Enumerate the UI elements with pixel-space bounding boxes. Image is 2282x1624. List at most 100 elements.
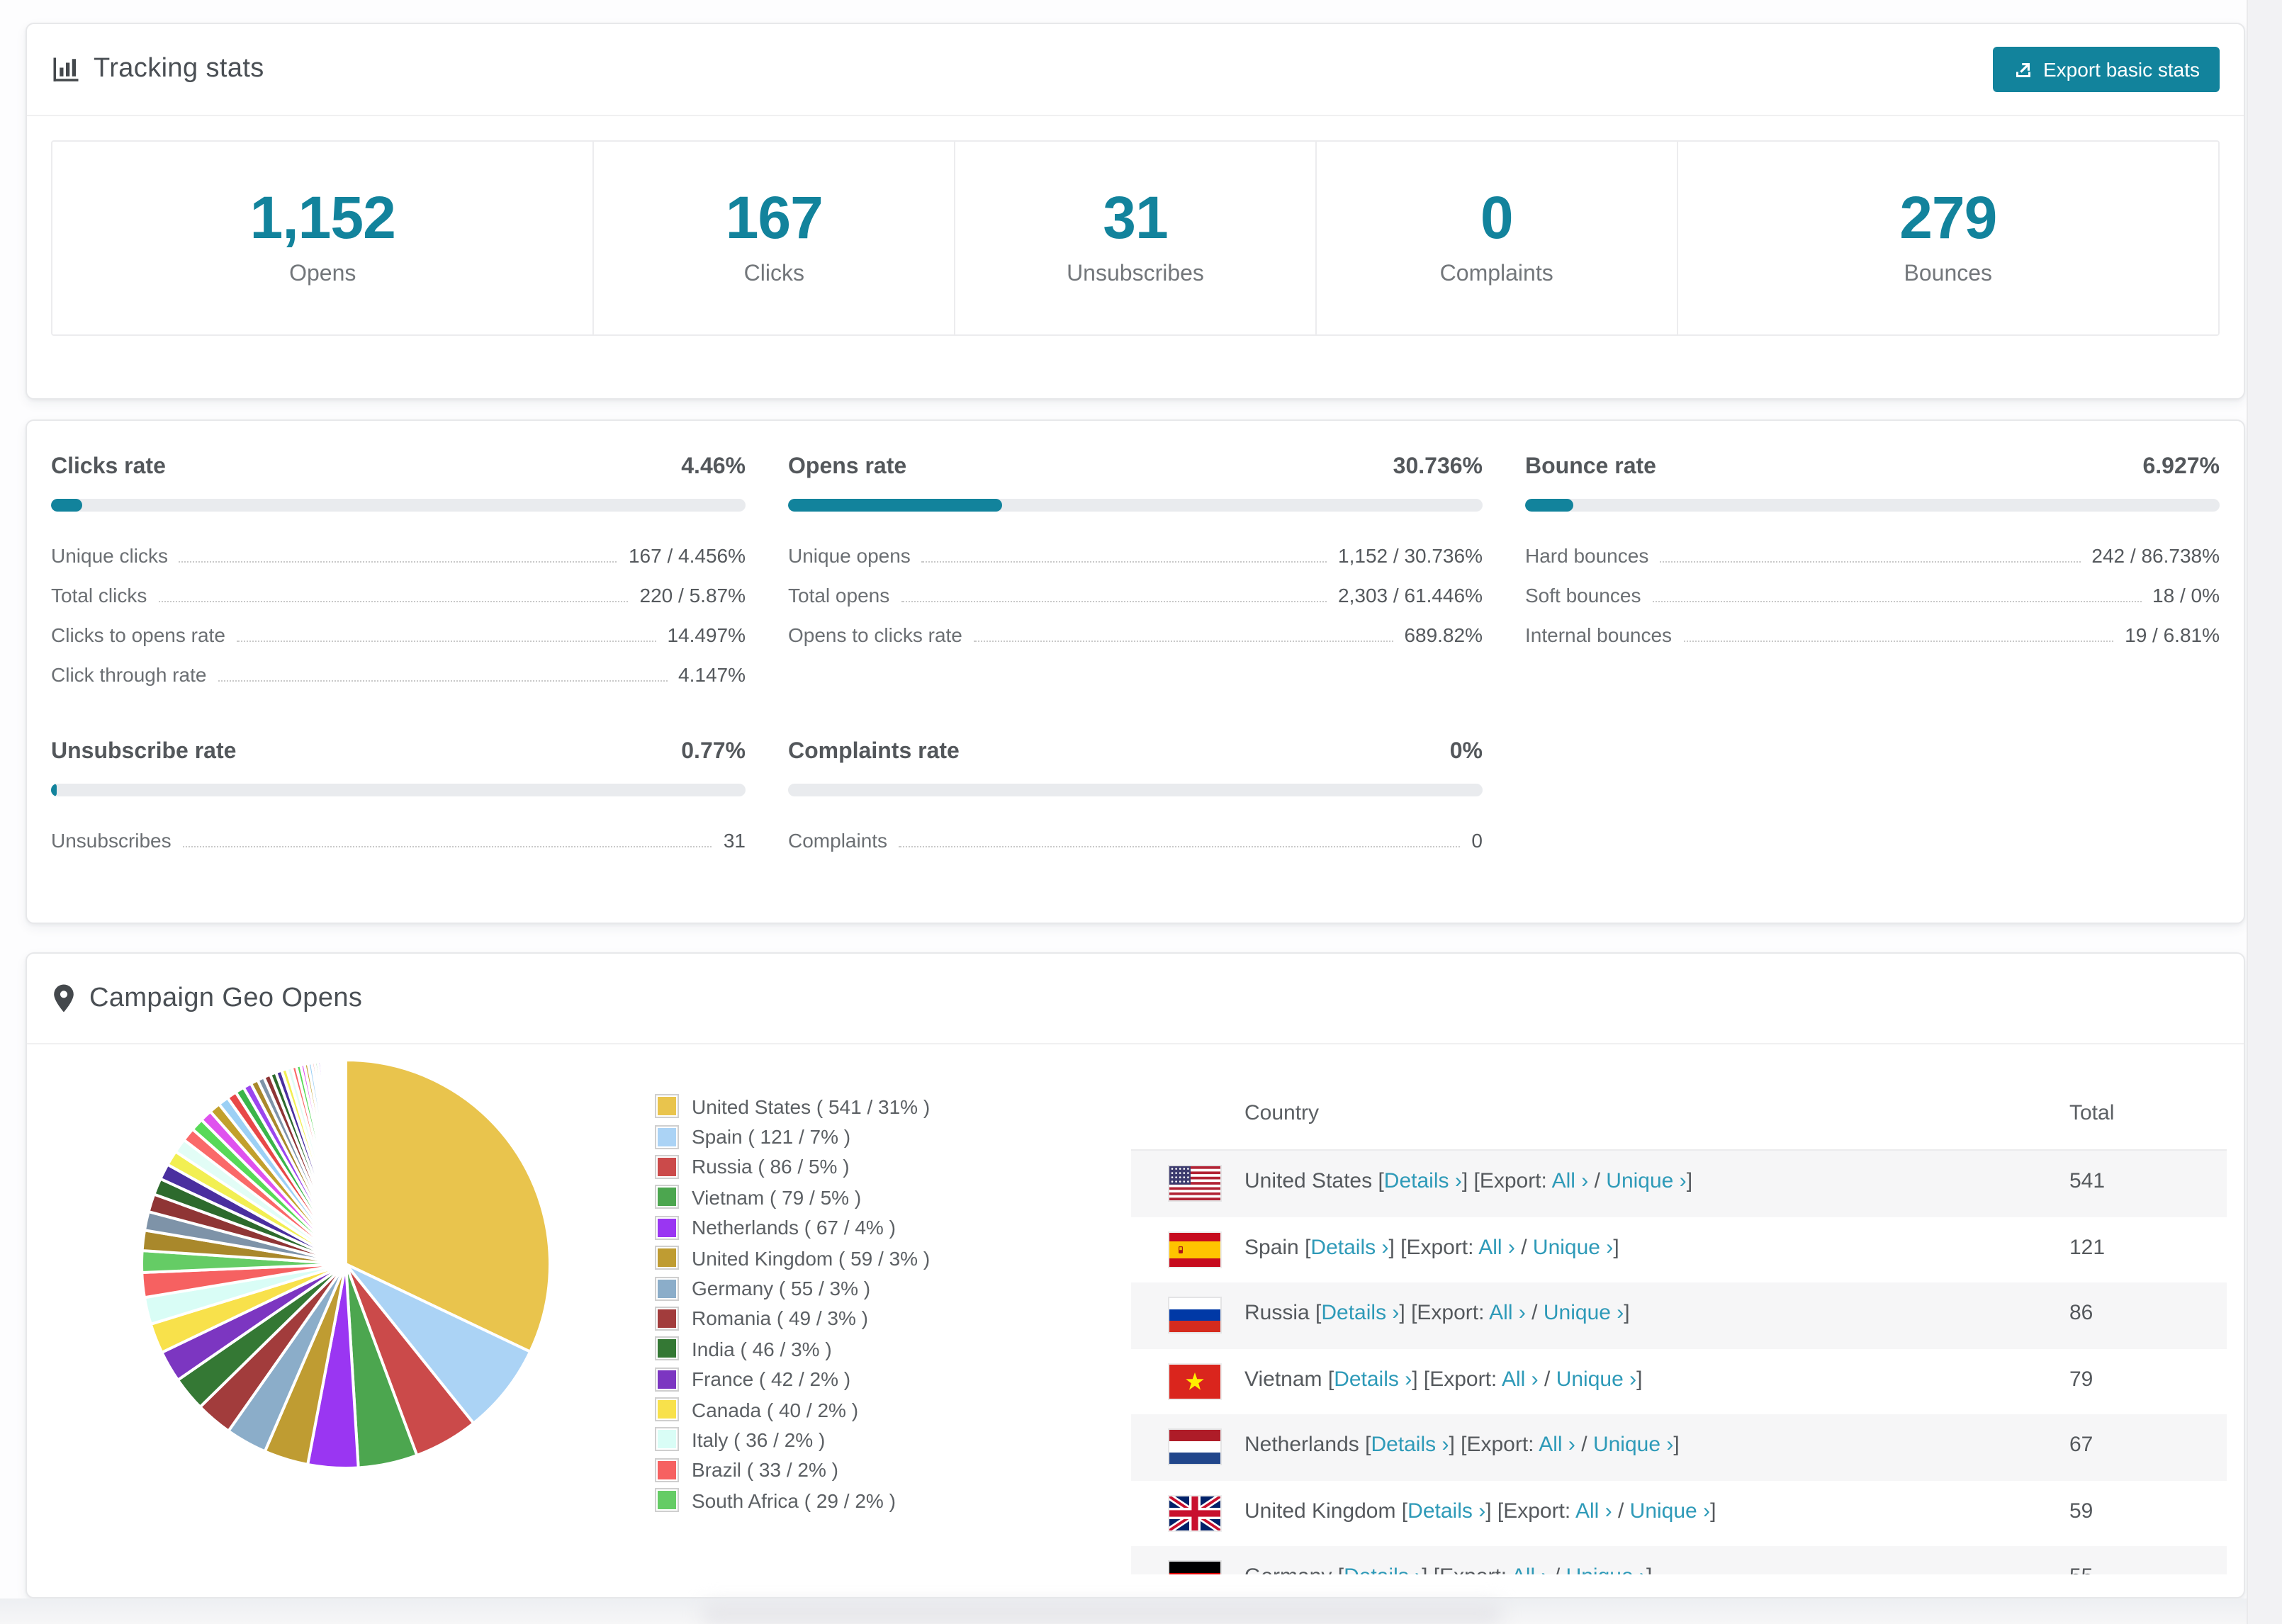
metric-label: Unsubscribes <box>51 829 172 852</box>
export-all-link[interactable]: All › <box>1552 1169 1589 1193</box>
legend-color-swatch <box>655 1397 679 1422</box>
progress-bar <box>788 784 1483 796</box>
export-all-link[interactable]: All › <box>1575 1499 1612 1523</box>
export-unique-link[interactable]: Unique › <box>1544 1301 1624 1325</box>
total-cell: 55 <box>2069 1564 2093 1574</box>
dotted-leader <box>218 667 668 682</box>
legend-label: South Africa ( 29 / 2% ) <box>692 1489 896 1512</box>
legend-item-south-africa: South Africa ( 29 / 2% ) <box>655 1485 930 1516</box>
export-all-link[interactable]: All › <box>1512 1564 1548 1574</box>
legend-item-italy: Italy ( 36 / 2% ) <box>655 1425 930 1455</box>
dotted-leader <box>921 548 1327 563</box>
export-unique-link[interactable]: Unique › <box>1630 1499 1710 1523</box>
rate-title: Bounce rate <box>1525 455 1656 479</box>
export-unique-link[interactable]: Unique › <box>1533 1235 1613 1259</box>
rates-grid: Clicks rate 4.46% Unique clicks 167 / 4.… <box>27 421 2244 860</box>
stat-label: Opens <box>289 262 356 286</box>
legend-color-swatch <box>655 1185 679 1209</box>
total-cell: 541 <box>2069 1169 2106 1193</box>
total-cell: 121 <box>2069 1235 2106 1259</box>
rate-metric-row: Clicks to opens rate 14.497% <box>51 615 746 655</box>
export-icon <box>2012 59 2033 80</box>
legend-item-spain: Spain ( 121 / 7% ) <box>655 1122 930 1152</box>
legend-item-united-states: United States ( 541 / 31% ) <box>655 1091 930 1122</box>
legend-label: Germany ( 55 / 3% ) <box>692 1277 871 1300</box>
export-unique-link[interactable]: Unique › <box>1566 1564 1646 1574</box>
rate-panel-opens-rate: Opens rate 30.736% Unique opens 1,152 / … <box>788 455 1483 694</box>
details-link[interactable]: Details › <box>1384 1169 1462 1193</box>
table-row-netherlands: Netherlands [Details ›] [Export: All › /… <box>1131 1414 2227 1480</box>
dotted-leader <box>1660 548 2081 563</box>
tracking-stats-page: Tracking stats Export basic stats 1,152 … <box>0 0 2282 1624</box>
legend-color-swatch <box>655 1427 679 1452</box>
tracking-stats-header: Tracking stats Export basic stats <box>27 24 2244 116</box>
export-all-link[interactable]: All › <box>1489 1301 1526 1325</box>
export-unique-link[interactable]: Unique › <box>1556 1367 1636 1391</box>
metric-value: 689.82% <box>1404 624 1483 646</box>
details-link[interactable]: Details › <box>1407 1499 1485 1523</box>
rate-metric-row: Hard bounces 242 / 86.738% <box>1525 536 2220 575</box>
table-row-germany: Germany [Details ›] [Export: All › / Uni… <box>1131 1546 2227 1574</box>
export-basic-stats-button[interactable]: Export basic stats <box>1992 47 2220 92</box>
pie-slice-other-63[interactable] <box>343 1058 347 1265</box>
export-all-link[interactable]: All › <box>1539 1433 1575 1457</box>
rate-metric-row: Total clicks 220 / 5.87% <box>51 575 746 615</box>
country-cell: Russia [Details ›] [Export: All › / Uniq… <box>1244 1301 1630 1325</box>
metric-label: Internal bounces <box>1525 624 1673 646</box>
rate-metric-row: Opens to clicks rate 689.82% <box>788 615 1483 655</box>
dotted-leader <box>182 833 712 847</box>
metric-label: Clicks to opens rate <box>51 624 225 646</box>
legend-label: France ( 42 / 2% ) <box>692 1368 851 1391</box>
legend-color-swatch <box>655 1306 679 1331</box>
details-link[interactable]: Details › <box>1334 1367 1412 1391</box>
dotted-leader <box>179 548 617 563</box>
export-unique-link[interactable]: Unique › <box>1593 1433 1673 1457</box>
legend-item-romania: Romania ( 49 / 3% ) <box>655 1303 930 1333</box>
export-all-link[interactable]: All › <box>1502 1367 1539 1391</box>
country-cell: United Kingdom [Details ›] [Export: All … <box>1244 1499 1716 1523</box>
stat-value: 31 <box>1103 184 1168 251</box>
export-all-link[interactable]: All › <box>1478 1235 1515 1259</box>
rate-title: Unsubscribe rate <box>51 740 237 764</box>
details-link[interactable]: Details › <box>1321 1301 1399 1325</box>
legend-item-germany: Germany ( 55 / 3% ) <box>655 1273 930 1304</box>
legend-item-brazil: Brazil ( 33 / 2% ) <box>655 1455 930 1485</box>
stat-box-clicks: 167 Clicks <box>594 142 956 334</box>
table-row-united-states: United States [Details ›] [Export: All ›… <box>1131 1151 2227 1217</box>
stat-label: Clicks <box>743 262 804 286</box>
country-cell: Spain [Details ›] [Export: All › / Uniqu… <box>1244 1235 1619 1259</box>
total-cell: 67 <box>2069 1433 2093 1457</box>
legend-label: Canada ( 40 / 2% ) <box>692 1398 859 1421</box>
bar-chart-icon <box>51 55 81 84</box>
flag-ru-icon <box>1169 1298 1220 1332</box>
rate-metric-row: Soft bounces 18 / 0% <box>1525 575 2220 615</box>
stat-label: Complaints <box>1439 262 1553 286</box>
legend-color-swatch <box>655 1457 679 1482</box>
geo-pie-chart[interactable] <box>139 1057 553 1471</box>
scrollbar-track[interactable] <box>2247 0 2282 1624</box>
rate-title: Opens rate <box>788 455 907 479</box>
rate-metric-row: Unique clicks 167 / 4.456% <box>51 536 746 575</box>
legend-color-swatch <box>655 1094 679 1119</box>
dotted-leader <box>1683 628 2114 642</box>
metric-label: Soft bounces <box>1525 584 1641 607</box>
legend-item-russia: Russia ( 86 / 5% ) <box>655 1152 930 1183</box>
rate-value: 0% <box>1449 740 1483 764</box>
legend-color-swatch <box>655 1154 679 1179</box>
metric-value: 1,152 / 30.736% <box>1338 544 1483 567</box>
metric-value: 18 / 0% <box>2152 584 2220 607</box>
legend-label: Netherlands ( 67 / 4% ) <box>692 1216 896 1239</box>
rate-metric-row: Complaints 0 <box>788 821 1483 860</box>
metric-value: 0 <box>1471 829 1483 852</box>
country-cell: Netherlands [Details ›] [Export: All › /… <box>1244 1433 1680 1457</box>
export-unique-link[interactable]: Unique › <box>1606 1169 1686 1193</box>
details-link[interactable]: Details › <box>1310 1235 1388 1259</box>
stat-value: 1,152 <box>249 184 396 251</box>
flag-nl-icon <box>1169 1430 1220 1464</box>
legend-color-swatch <box>655 1124 679 1149</box>
legend-label: United States ( 541 / 31% ) <box>692 1095 931 1118</box>
details-link[interactable]: Details › <box>1371 1433 1449 1457</box>
country-column-header: Country <box>1244 1101 1320 1125</box>
details-link[interactable]: Details › <box>1344 1564 1422 1574</box>
progress-bar <box>51 499 746 512</box>
